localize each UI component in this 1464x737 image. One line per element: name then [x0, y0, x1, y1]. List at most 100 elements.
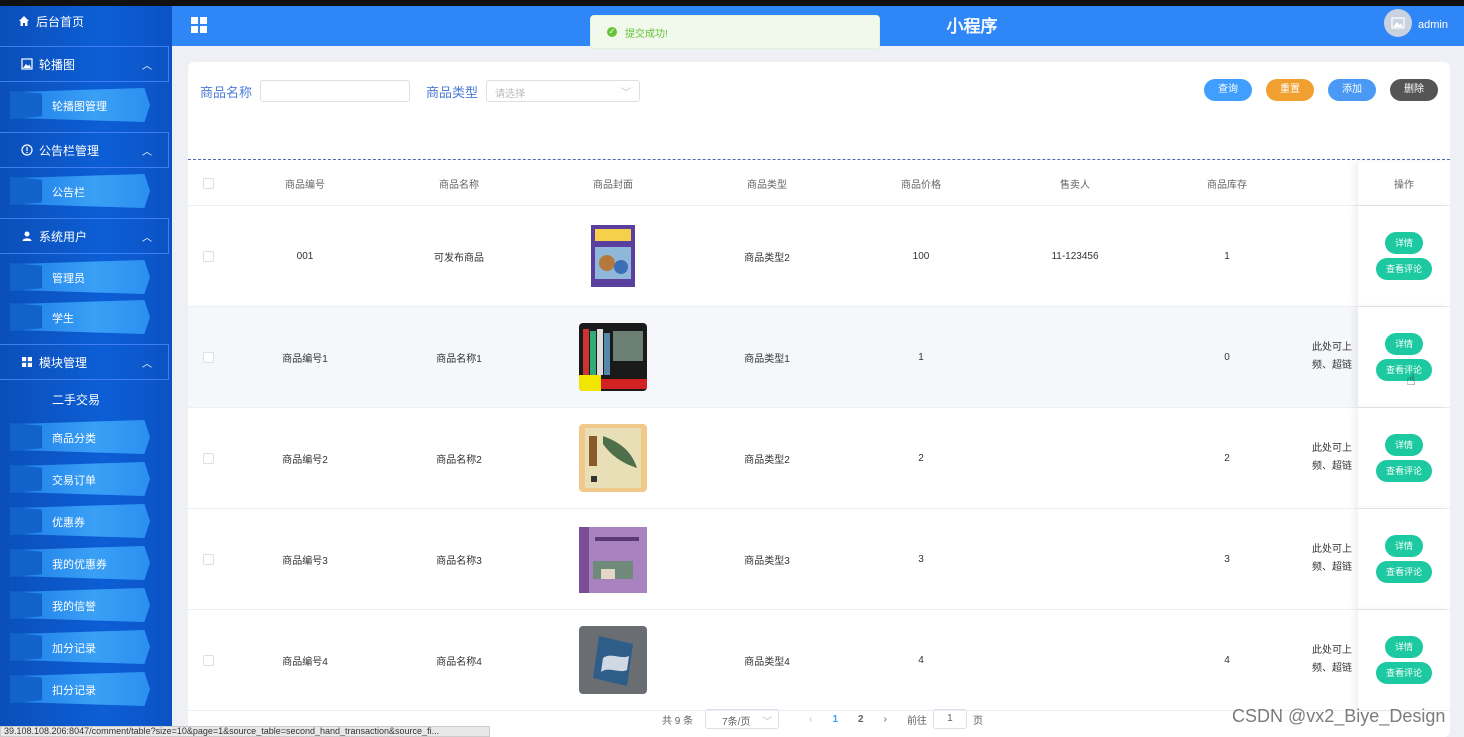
cover-image[interactable]: [579, 626, 647, 694]
cover-image[interactable]: [579, 424, 647, 492]
sidebar-item-credit[interactable]: 我的信誉: [10, 588, 150, 622]
sidebar-item-orders[interactable]: 交易订单: [10, 462, 150, 496]
cell-cover: [538, 307, 688, 407]
reset-button[interactable]: 重置: [1266, 79, 1314, 101]
cell-price: 4: [918, 654, 924, 666]
ribbon-edge: [10, 675, 42, 703]
query-button[interactable]: 查询: [1204, 79, 1252, 101]
view-comments-button[interactable]: 查看评论: [1375, 359, 1432, 381]
cell-cover: [538, 509, 688, 609]
cell-type: 商品类型1: [744, 353, 790, 365]
row-checkbox-cell: [198, 307, 218, 407]
chevron-up-icon: ︿: [142, 233, 152, 244]
detail-button[interactable]: 详情: [1384, 535, 1423, 557]
cell-name: 商品名称4: [436, 656, 482, 668]
row-checkbox[interactable]: [202, 250, 214, 262]
detail-button[interactable]: 详情: [1384, 434, 1423, 456]
table-row: 商品编号3 商品名称3 商品类型3 3 3 此处可上 频、超链 详情 查看评论: [188, 509, 1450, 610]
table-row: 商品编号1 商品名称1 商品类型1 1 0 此处可上 频、超链 详情 查看评论: [188, 307, 1450, 408]
page-number[interactable]: 1: [832, 714, 838, 725]
sidebar-item-categories[interactable]: 商品分类: [10, 420, 150, 454]
grid-icon: [22, 357, 32, 367]
goto-page-input[interactable]: 1: [932, 709, 967, 729]
sidebar-group-system-users[interactable]: 系统用户 ︿: [0, 218, 169, 254]
cell-cover: [538, 206, 688, 306]
sidebar-item-notice[interactable]: 公告栏: [10, 174, 150, 208]
sidebar-home[interactable]: 后台首页: [0, 6, 172, 36]
cell-name: 商品名称1: [436, 353, 482, 365]
cover-image[interactable]: [591, 225, 635, 287]
row-checkbox-cell: [198, 509, 218, 609]
description-line: 此处可上: [1312, 544, 1352, 555]
row-checkbox-cell: [198, 408, 218, 508]
header-type: 商品类型: [747, 180, 787, 191]
page-size-select[interactable]: 7条/页 ﹀: [705, 709, 780, 729]
delete-button[interactable]: 删除: [1390, 79, 1438, 101]
add-button[interactable]: 添加: [1328, 79, 1376, 101]
cell-seller: 11-123456: [1051, 250, 1099, 262]
sidebar-item-coupons[interactable]: 优惠券: [10, 504, 150, 538]
cell-stock: 0: [1224, 351, 1230, 363]
sidebar-item-label: 我的优惠券: [52, 559, 107, 571]
row-checkbox[interactable]: [202, 351, 214, 363]
row-checkbox[interactable]: [202, 452, 214, 464]
ribbon-edge: [10, 303, 42, 331]
view-comments-button[interactable]: 查看评论: [1375, 662, 1432, 684]
sidebar-group-notice[interactable]: 公告栏管理 ︿: [0, 132, 169, 168]
sidebar-item-second-hand[interactable]: 二手交易: [0, 380, 172, 418]
view-comments-button[interactable]: 查看评论: [1375, 561, 1432, 583]
cover-image[interactable]: [579, 323, 647, 391]
sidebar-item-label: 优惠券: [52, 517, 85, 529]
sidebar-item-label: 公告栏: [52, 187, 85, 199]
sidebar-item-label: 管理员: [52, 273, 85, 285]
cell-seller: [1000, 610, 1150, 710]
sidebar-item-deduct-records[interactable]: 扣分记录: [10, 672, 150, 706]
cover-image[interactable]: [579, 525, 647, 593]
page-size-value: 7条/页: [722, 717, 751, 728]
sidebar-group-modules[interactable]: 模块管理 ︿: [0, 344, 169, 380]
header-name: 商品名称: [439, 180, 479, 191]
view-comments-button[interactable]: 查看评论: [1375, 460, 1432, 482]
select-all-checkbox[interactable]: [202, 178, 214, 189]
row-checkbox[interactable]: [202, 654, 214, 666]
browser-status-bar: 39.108.108.206:8047/comment/table?size=1…: [0, 726, 490, 737]
row-checkbox[interactable]: [202, 553, 214, 565]
home-icon: [19, 16, 29, 26]
sidebar-item-label: 商品分类: [52, 433, 96, 445]
sidebar-item-admins[interactable]: 管理员: [10, 260, 150, 294]
cell-description: 此处可上 频、超链: [1302, 408, 1362, 508]
sidebar-item-bonus-records[interactable]: 加分记录: [10, 630, 150, 664]
detail-button[interactable]: 详情: [1384, 232, 1423, 254]
goto-label: 前往: [906, 715, 927, 727]
table-row: 001 可发布商品 商品类型2 100 11-123456 1 详情 查看评论: [188, 206, 1450, 307]
description-line: 此处可上: [1312, 645, 1352, 656]
sidebar-item-my-coupons[interactable]: 我的优惠券: [10, 546, 150, 580]
page-number[interactable]: 2: [858, 714, 864, 725]
prev-page-icon[interactable]: ‹: [809, 714, 812, 725]
cell-cover: [538, 610, 688, 710]
menu-grid-icon[interactable]: [190, 16, 208, 34]
sidebar-group-carousel[interactable]: 轮播图 ︿: [0, 46, 169, 82]
header-cover: 商品封面: [593, 180, 633, 191]
detail-button[interactable]: 详情: [1384, 333, 1423, 355]
sidebar-item-students[interactable]: 学生: [10, 300, 150, 334]
name-filter-input[interactable]: [260, 80, 411, 102]
cell-price: 3: [918, 553, 924, 565]
description-line: 频、超链: [1312, 360, 1352, 371]
ribbon-edge: [10, 423, 42, 451]
description-line: 频、超链: [1312, 461, 1352, 472]
detail-button[interactable]: 详情: [1384, 636, 1423, 658]
chevron-down-icon: ﹀: [621, 88, 632, 99]
ribbon-edge: [10, 591, 42, 619]
username[interactable]: admin: [1418, 19, 1448, 31]
sidebar-group-label: 系统用户: [39, 229, 88, 244]
ribbon-edge: [10, 633, 42, 661]
next-page-icon[interactable]: ›: [884, 714, 887, 725]
type-filter-select[interactable]: 请选择 ﹀: [486, 80, 641, 102]
sidebar-item-carousel-manage[interactable]: 轮播图管理: [10, 88, 150, 122]
sidebar-item-label: 交易订单: [52, 475, 96, 487]
cell-stock: 4: [1224, 654, 1230, 666]
cell-description: 此处可上 频、超链: [1302, 307, 1362, 407]
avatar[interactable]: [1384, 9, 1412, 37]
view-comments-button[interactable]: 查看评论: [1375, 258, 1432, 280]
